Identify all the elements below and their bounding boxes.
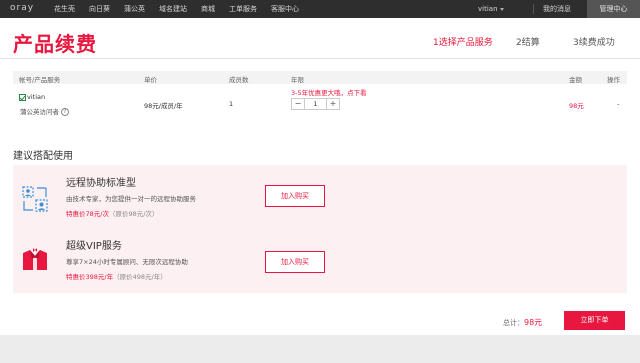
original-price: （原价498元/年） (113, 273, 167, 281)
decrease-button[interactable]: − (292, 99, 304, 109)
th-amount: 金额 (569, 76, 582, 84)
main-nav: 花生壳 向日葵 蒲公英 域名建站 商城 工单服务 客服中心 (54, 0, 313, 18)
product-desc-vip: 尊享7×24小时专属顾问、无限次远程协助 (66, 258, 188, 266)
original-price: （原价98元/次） (108, 210, 159, 218)
years-input[interactable]: 1 (304, 99, 327, 109)
order-total: 总计：98元 (503, 317, 542, 328)
th-action: 操作 (607, 76, 620, 84)
user-menu[interactable]: vitian (478, 0, 504, 18)
row-checkbox[interactable] (19, 94, 26, 101)
chevron-down-icon (499, 7, 504, 11)
add-to-cart-button-vip[interactable]: 加入购买 (265, 251, 325, 273)
remote-assist-icon (22, 186, 48, 212)
role-text: 蒲公英访问者 (20, 108, 59, 116)
nav-item-service[interactable]: 客服中心 (271, 0, 299, 18)
add-to-cart-button-remote[interactable]: 加入购买 (265, 185, 325, 207)
row-amount: 98元 (569, 102, 584, 110)
nav-item-huashengke[interactable]: 花生壳 (54, 0, 75, 18)
step-2: 2结算 (516, 38, 540, 48)
place-order-button[interactable]: 立即下单 (564, 311, 625, 330)
row-action: - (617, 100, 620, 108)
my-messages-link[interactable]: 我的消息 (543, 0, 571, 18)
unit-price: 98元/成员/年 (144, 102, 183, 110)
special-price: 特惠价398元/年 (66, 273, 114, 281)
oray-logo[interactable]: oray (10, 3, 34, 13)
total-label: 总计： (503, 319, 524, 327)
nav-item-pugongying[interactable]: 蒲公英 (124, 0, 145, 18)
help-icon[interactable]: ? (61, 108, 69, 116)
product-title-vip: 超级VIP服务 (66, 241, 122, 252)
table-header: 帐号/产品服务 单价 成员数 年限 金额 操作 (13, 71, 627, 84)
increase-button[interactable]: + (327, 99, 339, 109)
th-members: 成员数 (229, 76, 249, 84)
nav-item-domain[interactable]: 域名建站 (159, 0, 187, 18)
vip-service-icon (23, 248, 47, 270)
special-price: 特惠价78元/次 (66, 210, 109, 218)
nav-item-mall[interactable]: 商城 (201, 0, 215, 18)
page-title: 产品续费 (13, 32, 97, 56)
th-years: 年限 (291, 76, 304, 84)
step-3: 3续费成功 (573, 38, 615, 48)
product-desc-remote: 由技术专家，为您提供一对一的远程协助服务 (66, 195, 196, 203)
top-nav-bar: oray 花生壳 向日葵 蒲公英 域名建站 商城 工单服务 客服中心 vitia… (0, 0, 640, 18)
product-price-vip: 特惠价398元/年（原价498元/年） (66, 271, 167, 281)
th-account: 帐号/产品服务 (19, 76, 61, 84)
username: vitian (478, 5, 498, 13)
role-label: 蒲公英访问者? (20, 106, 69, 116)
promo-link[interactable]: 3-5年优惠更大哦，点下看 (291, 87, 367, 97)
admin-center-button[interactable]: 管理中心 (587, 0, 640, 18)
step-1: 1选择产品服务 (433, 38, 493, 48)
product-title-remote: 远程协助标准型 (66, 178, 136, 189)
suggest-heading: 建议搭配使用 (13, 151, 73, 162)
years-stepper: − 1 + (291, 98, 340, 110)
member-count: 1 (229, 100, 234, 108)
account-name: vitian (27, 93, 46, 101)
total-value: 98元 (524, 318, 543, 327)
product-price-remote: 特惠价78元/次（原价98元/次） (66, 208, 158, 218)
header-divider (0, 58, 640, 59)
nav-item-xiangrikui[interactable]: 向日葵 (89, 0, 110, 18)
divider (533, 4, 534, 14)
nav-item-ticket[interactable]: 工单服务 (229, 0, 257, 18)
th-unit-price: 单价 (144, 76, 157, 84)
